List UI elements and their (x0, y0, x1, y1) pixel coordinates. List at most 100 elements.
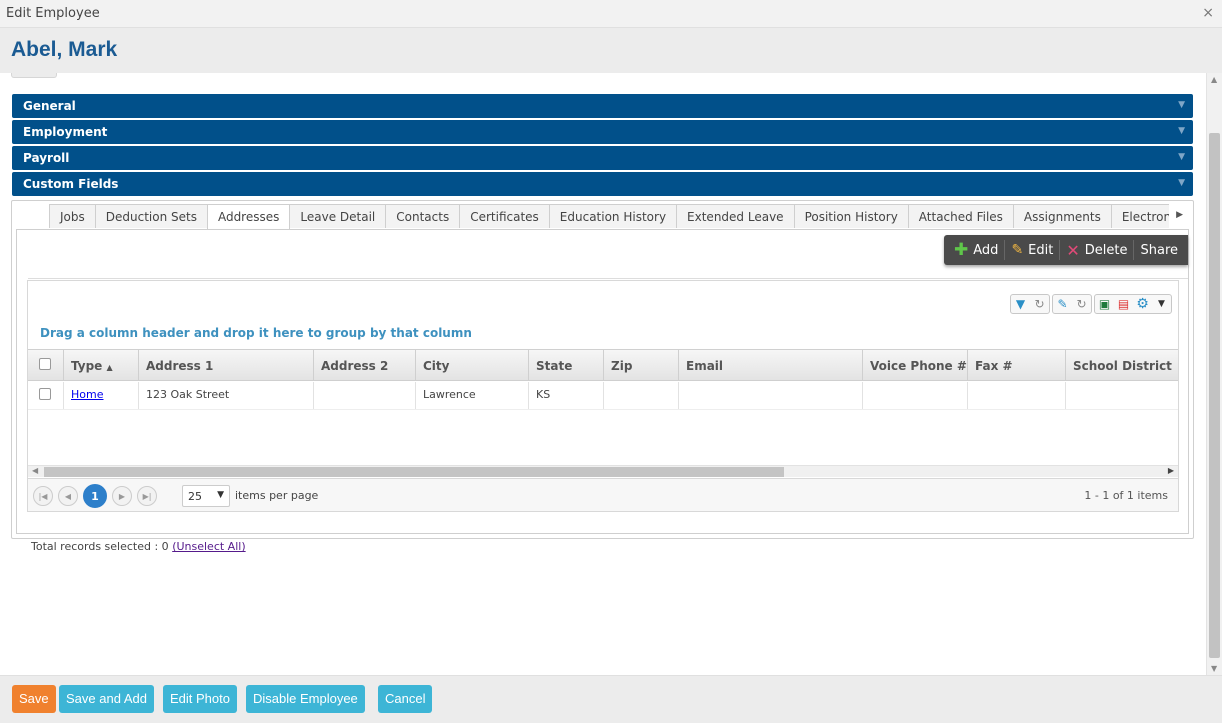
table-row[interactable]: Home 123 Oak Street Lawrence KS (28, 382, 1178, 410)
column-header-label: School District (1073, 359, 1172, 373)
edit-photo-button[interactable]: Edit Photo (163, 685, 237, 713)
delete-label: Delete (1084, 242, 1128, 258)
close-icon[interactable]: × (1202, 5, 1214, 21)
tab-attached-files[interactable]: Attached Files (907, 204, 1014, 228)
selection-count: Total records selected : 0 (31, 540, 169, 553)
accordion-payroll[interactable]: Payroll ▼ (12, 146, 1193, 170)
column-header-address2[interactable]: Address 2 (314, 350, 416, 380)
column-header-type[interactable]: Type ▲ (64, 350, 139, 380)
tab-certificates[interactable]: Certificates (459, 204, 550, 228)
scroll-down-icon[interactable]: ▼ (1211, 664, 1217, 673)
tab-deduction-sets[interactable]: Deduction Sets (94, 204, 208, 228)
column-header-label: Voice Phone # (870, 359, 967, 373)
share-label: Share (1140, 242, 1178, 258)
column-header-label: Fax # (975, 359, 1013, 373)
tab-contacts[interactable]: Contacts (385, 204, 461, 228)
wrench-icon[interactable]: ✎ (1053, 295, 1072, 313)
tab-extended-leave[interactable]: Extended Leave (676, 204, 795, 228)
accordion-label: General (23, 99, 76, 113)
column-header-address1[interactable]: Address 1 (139, 350, 314, 380)
column-header-email[interactable]: Email (679, 350, 863, 380)
column-header-school-district[interactable]: School District (1066, 350, 1178, 380)
column-header-label: City (423, 359, 450, 373)
accordion-label: Custom Fields (23, 177, 119, 191)
addresses-tab-content: ✚ Add ✎ Edit ✕ Delete Share ▼ ↻ ✎ ↻ ▣ ▤ … (16, 229, 1189, 553)
filter-group: ▼ ↻ (1010, 294, 1050, 314)
scroll-up-icon[interactable]: ▲ (1211, 75, 1217, 84)
accordion-general[interactable]: General ▼ (12, 94, 1193, 118)
tab-addresses[interactable]: Addresses (206, 204, 291, 229)
group-by-hint: Drag a column header and drop it here to… (40, 326, 472, 340)
cell-school-district (1066, 382, 1178, 409)
grid-header: Type ▲ Address 1 Address 2 City State Zi… (28, 349, 1178, 381)
tab-scroll-right-icon[interactable]: ▶ (1176, 210, 1183, 220)
delete-x-icon: ✕ (1066, 240, 1080, 260)
column-header-voice-phone[interactable]: Voice Phone # (863, 350, 968, 380)
next-page-icon[interactable]: ▶ (112, 486, 132, 506)
prev-page-icon[interactable]: ◀ (58, 486, 78, 506)
select-all-checkbox[interactable] (39, 358, 51, 370)
employee-name: Abel, Mark (11, 38, 118, 61)
chevron-down-icon[interactable]: ▼ (1152, 295, 1171, 313)
tab-education-history[interactable]: Education History (548, 204, 678, 228)
cancel-button[interactable]: Cancel (378, 685, 433, 713)
add-label: Add (973, 242, 999, 258)
horizontal-scrollbar[interactable]: ◀ ▶ (28, 465, 1178, 477)
cell-state: KS (529, 382, 604, 409)
save-button[interactable]: Save (12, 685, 56, 713)
pdf-icon[interactable]: ▤ (1114, 295, 1133, 313)
column-header-state[interactable]: State (529, 350, 604, 380)
edit-label: Edit (1028, 242, 1054, 258)
excel-icon[interactable]: ▣ (1095, 295, 1114, 313)
scrollbar-thumb[interactable] (1209, 133, 1220, 658)
save-and-add-button[interactable]: Save and Add (59, 685, 154, 713)
cell-voice-phone (863, 382, 968, 409)
tab-electronic-delivery[interactable]: Electronic Del (1110, 204, 1169, 228)
scroll-left-icon[interactable]: ◀ (32, 466, 38, 475)
first-page-icon[interactable]: |◀ (33, 486, 53, 506)
accordion-employment[interactable]: Employment ▼ (12, 120, 1193, 144)
unselect-all-link[interactable]: (Unselect All) (172, 540, 245, 553)
tab-position-history[interactable]: Position History (793, 204, 909, 228)
tab-assignments[interactable]: Assignments (1012, 204, 1112, 228)
column-header-label: State (536, 359, 573, 373)
export-group: ▣ ▤ ⚙ ▼ (1094, 294, 1172, 314)
refresh-icon[interactable]: ↻ (1072, 295, 1091, 313)
last-page-icon[interactable]: ▶| (137, 486, 157, 506)
column-header-label: Address 2 (321, 359, 389, 373)
page-size-select[interactable]: 25 ▼ (182, 485, 230, 507)
current-page[interactable]: 1 (83, 484, 107, 508)
tab-strip: Jobs Deduction Sets Addresses Leave Detail C… (49, 204, 1169, 229)
tab-panel: Jobs Deduction Sets Addresses Leave Detail C… (11, 200, 1194, 553)
tab-jobs[interactable]: Jobs (49, 204, 96, 228)
employee-header: Abel, Mark (0, 28, 1222, 73)
plus-icon: ✚ (954, 240, 969, 260)
page-size-value: 25 (188, 490, 202, 503)
disable-employee-button[interactable]: Disable Employee (246, 685, 365, 713)
gear-icon[interactable]: ⚙ (1133, 295, 1152, 313)
scrollbar-thumb[interactable] (44, 467, 784, 477)
column-header-label: Zip (611, 359, 633, 373)
vertical-scrollbar[interactable]: ▲ ▼ (1206, 73, 1222, 675)
column-header-zip[interactable]: Zip (604, 350, 679, 380)
cell-email (679, 382, 863, 409)
column-header-city[interactable]: City (416, 350, 529, 380)
accordion-custom-fields[interactable]: Custom Fields ▼ (12, 172, 1193, 196)
chevron-down-icon: ▼ (1178, 152, 1185, 162)
column-header-fax[interactable]: Fax # (968, 350, 1066, 380)
refresh-icon[interactable]: ↻ (1030, 295, 1049, 313)
row-checkbox[interactable] (39, 388, 51, 400)
chevron-down-icon: ▼ (1178, 100, 1185, 110)
scroll-right-icon[interactable]: ▶ (1168, 466, 1174, 475)
delete-button[interactable]: ✕ Delete (1060, 240, 1135, 260)
type-link[interactable]: Home (71, 388, 103, 401)
filter-icon[interactable]: ▼ (1011, 295, 1030, 313)
cell-zip (604, 382, 679, 409)
chevron-down-icon: ▼ (217, 490, 224, 500)
footer-bar: Save Save and Add Edit Photo Disable Emp… (0, 675, 1222, 723)
tab-leave-detail[interactable]: Leave Detail (289, 204, 387, 228)
edit-button[interactable]: ✎ Edit (1005, 240, 1061, 260)
share-button[interactable]: Share (1134, 240, 1184, 260)
add-button[interactable]: ✚ Add (948, 240, 1006, 260)
accordion-label: Payroll (23, 151, 70, 165)
